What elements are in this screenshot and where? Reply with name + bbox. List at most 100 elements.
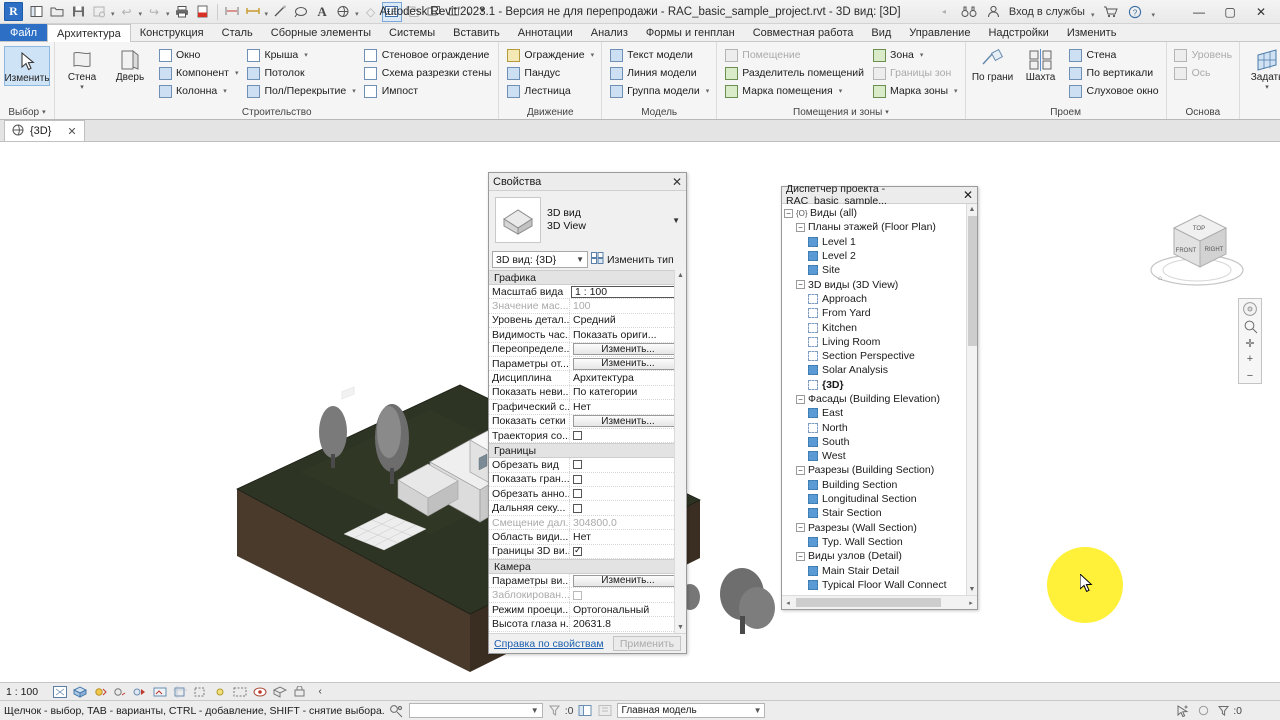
property-value[interactable]: 304800.0 [569, 516, 686, 529]
ribbon-button-марка-зоны[interactable]: Марка зоны▾ [869, 82, 961, 100]
browser-node[interactable]: −Разрезы (Wall Section) [784, 521, 977, 535]
ribbon-button-потолок[interactable]: Потолок [243, 64, 358, 82]
help-dropdown-icon[interactable]: ▾ [1151, 11, 1155, 23]
browser-node[interactable]: Level 2 [784, 249, 977, 263]
properties-help-link[interactable]: Справка по свойствам [494, 638, 604, 650]
property-value[interactable] [569, 429, 686, 442]
browser-node[interactable]: Approach [784, 292, 977, 306]
property-value[interactable] [569, 473, 686, 486]
close-hidden-windows-icon[interactable] [403, 2, 423, 22]
chevron-down-icon[interactable]: ▾ [223, 87, 227, 95]
property-row[interactable]: Обрезать вид [489, 458, 686, 472]
properties-scrollbar[interactable]: ▲ ▼ [674, 270, 686, 633]
ribbon-tab-0[interactable]: Файл [0, 24, 47, 41]
property-row[interactable]: Значение мас...100 [489, 299, 686, 313]
ribbon-button-марка-помещения[interactable]: Марка помещения▾ [721, 82, 867, 100]
select-underlay-icon[interactable] [1195, 703, 1211, 718]
overflow-icon[interactable]: ‹ [312, 685, 328, 699]
scrollbar-thumb[interactable] [968, 216, 977, 346]
property-row[interactable]: Показать сеткиИзменить... [489, 415, 686, 429]
property-value[interactable]: Изменить... [569, 357, 686, 370]
temp-hide-isolate-icon[interactable] [212, 685, 228, 699]
property-row[interactable]: Заблокирован... [489, 588, 686, 602]
expander-icon[interactable]: − [796, 523, 805, 532]
ribbon-tab-14[interactable]: Изменить [1058, 24, 1126, 41]
chevron-down-icon[interactable]: ▾ [1265, 84, 1269, 91]
property-row[interactable]: Границы 3D ви... [489, 545, 686, 559]
ribbon-tab-10[interactable]: Совместная работа [744, 24, 863, 41]
browser-node[interactable]: −{O}Виды (all) [784, 206, 977, 220]
shadows-icon[interactable] [112, 685, 128, 699]
switch-windows-icon[interactable] [424, 2, 444, 22]
property-row[interactable]: Параметры от...Изменить... [489, 357, 686, 371]
browser-node[interactable]: Kitchen [784, 320, 977, 334]
qat-customize-icon[interactable]: ⯆ [472, 2, 492, 22]
save-as-dropdown-icon[interactable]: ▾ [111, 10, 115, 22]
project-browser-body[interactable]: −{O}Виды (all)−Планы этажей (Floor Plan)… [782, 204, 977, 595]
ribbon-button-ограждение[interactable]: Ограждение▾ [503, 46, 597, 64]
cart-icon[interactable] [1100, 2, 1120, 22]
navigation-bar[interactable]: ✛ + − [1238, 298, 1262, 384]
browser-node[interactable]: −Планы этажей (Floor Plan) [784, 220, 977, 234]
qat-dropdown-icon[interactable]: ▾ [467, 10, 471, 22]
property-row[interactable]: Траектория со... [489, 429, 686, 443]
scroll-right-icon[interactable]: ▸ [965, 599, 977, 607]
detail-level-icon[interactable] [52, 685, 68, 699]
expander-icon[interactable]: − [796, 395, 805, 404]
select-links-icon[interactable] [1175, 703, 1191, 718]
checkbox-icon[interactable] [573, 504, 582, 513]
property-row[interactable]: Область види...Нет [489, 530, 686, 544]
visual-style-icon[interactable] [72, 685, 88, 699]
ribbon-tab-3[interactable]: Сталь [213, 24, 262, 41]
ribbon-tab-12[interactable]: Управление [900, 24, 979, 41]
ribbon-button-зона[interactable]: Зона▾ [869, 46, 961, 64]
browser-node[interactable]: Stair Section [784, 506, 977, 520]
browser-node[interactable]: West [784, 449, 977, 463]
tag-icon[interactable] [291, 2, 311, 22]
ribbon-button-разделитель-помещений[interactable]: Разделитель помещений [721, 64, 867, 82]
scroll-down-icon[interactable]: ▼ [967, 586, 977, 593]
default-3d-view-icon[interactable] [333, 2, 353, 22]
render-gallery-icon[interactable] [152, 685, 168, 699]
chevron-down-icon[interactable]: ▾ [352, 87, 356, 95]
property-edit-button[interactable]: Изменить... [573, 575, 683, 587]
view-tab-3d[interactable]: {3D} ✕ [4, 120, 85, 141]
close-icon[interactable]: ✕ [672, 175, 682, 189]
ribbon-button-схема-разрезки-стены[interactable]: Схема разрезки стены [361, 64, 495, 82]
scroll-down-icon[interactable]: ▼ [675, 624, 686, 631]
ribbon-tab-2[interactable]: Конструкция [131, 24, 213, 41]
expander-icon[interactable]: − [796, 552, 805, 561]
property-row[interactable]: Показать гран... [489, 473, 686, 487]
property-value[interactable]: 20631.8 [569, 617, 686, 630]
property-row[interactable]: Обрезать анно... [489, 487, 686, 501]
property-value[interactable] [569, 501, 686, 514]
redo-dropdown-icon[interactable]: ▾ [166, 10, 170, 22]
property-row[interactable]: Высота глаза н...20631.8 [489, 617, 686, 631]
property-row[interactable]: Графический с...Нет [489, 400, 686, 414]
binoculars-search-icon[interactable] [959, 2, 979, 22]
section-icon[interactable]: ◇ [361, 2, 381, 22]
checkbox-icon[interactable] [573, 475, 582, 484]
browser-node[interactable]: From Yard [784, 306, 977, 320]
ribbon-tab-5[interactable]: Системы [380, 24, 444, 41]
apply-button[interactable]: Применить [613, 636, 681, 651]
maximize-button[interactable]: ▢ [1217, 1, 1243, 23]
browser-node[interactable]: Solar Analysis [784, 363, 977, 377]
switch-windows-alt-icon[interactable] [445, 2, 465, 22]
ribbon-button-группа-модели[interactable]: Группа модели▾ [606, 82, 712, 100]
rendering-dialog-icon[interactable] [132, 685, 148, 699]
print-icon[interactable] [172, 2, 192, 22]
browser-node[interactable]: Main Stair Detail [784, 563, 977, 577]
ribbon-tab-6[interactable]: Вставить [444, 24, 509, 41]
show-crop-icon[interactable] [192, 685, 208, 699]
browser-node[interactable]: Section Perspective [784, 349, 977, 363]
view-cube[interactable]: TOP FRONT RIGHT ⌂ [1140, 200, 1258, 292]
property-row[interactable]: Смещение дал...304800.0 [489, 516, 686, 530]
ribbon-button-лестница[interactable]: Лестница [503, 82, 597, 100]
undo-icon[interactable]: ↩ [117, 2, 137, 22]
property-group-header[interactable]: Графика⌃ [489, 270, 686, 285]
properties-type-preview[interactable]: 3D вид 3D View ▼ [489, 191, 686, 249]
property-value[interactable] [569, 545, 686, 558]
press-drag-icon[interactable] [389, 703, 405, 718]
property-value[interactable]: По категории [569, 386, 686, 399]
